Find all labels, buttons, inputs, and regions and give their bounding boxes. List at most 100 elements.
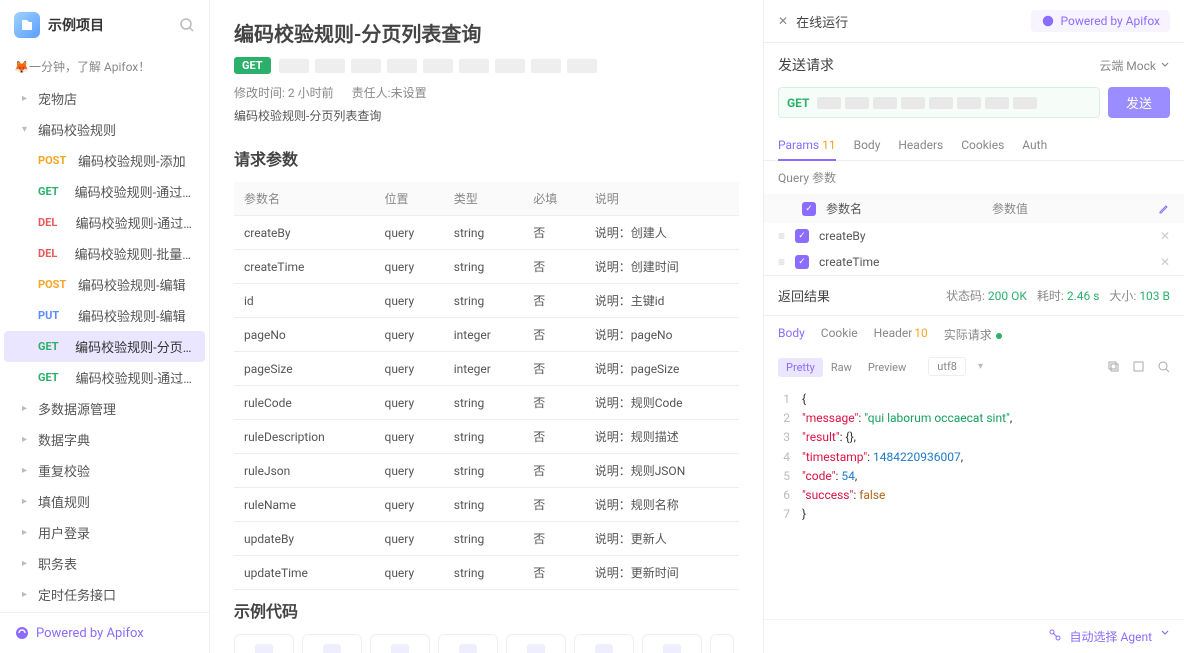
tab-headers[interactable]: Headers xyxy=(898,130,943,160)
chevron-down-icon xyxy=(1160,628,1170,638)
footer-text: Powered by Apifox xyxy=(36,626,144,641)
agent-icon[interactable] xyxy=(1048,628,1062,645)
close-icon[interactable]: ✕ xyxy=(778,14,788,28)
section-code-title: 示例代码 xyxy=(234,598,739,622)
delete-icon[interactable]: ✕ xyxy=(1160,229,1170,243)
tree-group[interactable]: ▸数据字典 xyxy=(4,424,205,455)
tree-group[interactable]: ▸定时任务接口 xyxy=(4,579,205,610)
tree-item[interactable]: POST编码校验规则-编辑 xyxy=(4,269,205,300)
drag-handle-icon[interactable]: ≡ xyxy=(778,229,785,243)
table-row: ruleDescriptionquerystring否说明：规则描述 xyxy=(234,420,739,454)
lang-php[interactable]: PHP xyxy=(574,634,634,653)
project-logo-icon xyxy=(14,12,40,38)
url-input[interactable]: GET xyxy=(778,87,1100,118)
view-preview[interactable]: Preview xyxy=(860,358,914,377)
query-row[interactable]: ≡✓createTime✕ xyxy=(764,249,1184,275)
tree-group[interactable]: ▸填值规则 xyxy=(4,486,205,517)
url-blur xyxy=(279,59,597,73)
table-row: ruleCodequerystring否说明：规则Code xyxy=(234,386,739,420)
agent-select[interactable]: 自动选择 Agent xyxy=(1070,628,1152,645)
lang-list: Shell JavaScript Java Swift Go PHP Python ⋮ xyxy=(234,634,739,653)
page-title: 编码校验规则-分页列表查询 xyxy=(234,18,739,47)
response-body[interactable]: 1{2 "message": "qui laborum occaecat sin… xyxy=(764,384,1184,530)
result-tab-实际请求[interactable]: 实际请求 xyxy=(944,326,1002,343)
view-raw[interactable]: Raw xyxy=(823,358,860,377)
search-icon[interactable] xyxy=(179,17,195,33)
tree-item[interactable]: GET编码校验规则-通过id... xyxy=(4,362,205,393)
tab-body[interactable]: Body xyxy=(854,130,881,160)
table-row: ruleNamequerystring否说明：规则名称 xyxy=(234,488,739,522)
result-tab-Header[interactable]: Header10 xyxy=(874,326,928,343)
sidebar-tip[interactable]: 🦊一分钟，了解 Apifox！ xyxy=(0,50,209,83)
tab-params[interactable]: Params11 xyxy=(778,130,836,160)
sidebar: 示例项目 🦊一分钟，了解 Apifox！ ▸宠物店▾编码校验规则POST编码校验… xyxy=(0,0,210,653)
checkbox[interactable]: ✓ xyxy=(795,229,809,243)
result-tab-Body[interactable]: Body xyxy=(778,326,805,343)
search-icon[interactable] xyxy=(1157,360,1170,373)
encoding-select[interactable]: utf8 xyxy=(928,357,966,376)
table-row: updateTimequerystring否说明：更新时间 xyxy=(234,556,739,590)
send-button[interactable]: 发送 xyxy=(1108,87,1170,118)
lang-javascript[interactable]: JavaScript xyxy=(302,634,362,653)
table-row: pageSizequeryinteger否说明：pageSize xyxy=(234,352,739,386)
table-row: pageNoqueryinteger否说明：pageNo xyxy=(234,318,739,352)
table-row: idquerystring否说明：主键id xyxy=(234,284,739,318)
method-label: GET xyxy=(787,96,809,110)
result-title: 返回结果 xyxy=(778,286,830,305)
apifox-icon xyxy=(14,625,30,641)
page-meta: 修改时间: 2 小时前 责任人:未设置 xyxy=(234,84,739,101)
check-all[interactable]: ✓ xyxy=(802,202,816,216)
lang-go[interactable]: Go xyxy=(506,634,566,653)
tree-item[interactable]: GET编码校验规则-通过Co... xyxy=(4,176,205,207)
api-tree: ▸宠物店▾编码校验规则POST编码校验规则-添加GET编码校验规则-通过Co..… xyxy=(0,83,209,612)
send-title: 发送请求 xyxy=(778,55,1091,75)
tree-item[interactable]: PUT编码校验规则-编辑 xyxy=(4,300,205,331)
table-row: ruleJsonquerystring否说明：规则JSON xyxy=(234,454,739,488)
tree-group[interactable]: ▸宠物店 xyxy=(4,83,205,114)
run-title: 在线运行 xyxy=(796,12,1022,31)
lang-swift[interactable]: Swift xyxy=(438,634,498,653)
checkbox[interactable]: ✓ xyxy=(795,255,809,269)
sidebar-header: 示例项目 xyxy=(0,0,209,50)
method-badge: GET xyxy=(234,57,271,74)
drag-handle-icon[interactable]: ≡ xyxy=(778,255,785,269)
run-panel: ✕ 在线运行 Powered by Apifox 发送请求 云端 Mock GE… xyxy=(764,0,1184,653)
result-tabs: Body Cookie Header10 实际请求 xyxy=(764,316,1184,353)
chevron-down-icon xyxy=(1160,60,1170,70)
mock-select[interactable]: 云端 Mock xyxy=(1099,57,1170,74)
tree-item[interactable]: DEL编码校验规则-通过id... xyxy=(4,207,205,238)
query-row[interactable]: ≡✓createBy✕ xyxy=(764,223,1184,249)
project-title[interactable]: 示例项目 xyxy=(48,15,171,35)
table-row: createByquerystring否说明：创建人 xyxy=(234,216,739,250)
main-content: 编码校验规则-分页列表查询 GET 修改时间: 2 小时前 责任人:未设置 编码… xyxy=(210,0,764,653)
powered-badge[interactable]: Powered by Apifox xyxy=(1031,10,1170,32)
more-icon[interactable]: ⋮ xyxy=(710,634,734,653)
tree-group[interactable]: ▸多数据源管理 xyxy=(4,393,205,424)
tree-group[interactable]: ▸重复校验 xyxy=(4,455,205,486)
breadcrumb: 编码校验规则-分页列表查询 xyxy=(234,107,739,124)
copy-icon[interactable] xyxy=(1107,360,1120,373)
tree-group[interactable]: ▾编码校验规则 xyxy=(4,114,205,145)
tree-group[interactable]: ▸用户登录 xyxy=(4,517,205,548)
edit-icon[interactable] xyxy=(1158,203,1170,215)
tab-auth[interactable]: Auth xyxy=(1022,130,1047,160)
query-section-label: Query 参数 xyxy=(764,161,1184,194)
sidebar-footer[interactable]: Powered by Apifox xyxy=(0,612,209,653)
tab-cookies[interactable]: Cookies xyxy=(961,130,1004,160)
request-tabs: Params11 Body Headers Cookies Auth xyxy=(764,130,1184,161)
params-table: 参数名 位置 类型 必填 说明 createByquerystring否说明：创… xyxy=(234,182,739,590)
table-row: createTimequerystring否说明：创建时间 xyxy=(234,250,739,284)
lang-java[interactable]: Java xyxy=(370,634,430,653)
tree-item[interactable]: GET编码校验规则-分页列... xyxy=(4,331,205,362)
delete-icon[interactable]: ✕ xyxy=(1160,255,1170,269)
tree-item[interactable]: DEL编码校验规则-批量删除 xyxy=(4,238,205,269)
apifox-icon xyxy=(1041,14,1055,28)
view-pretty[interactable]: Pretty xyxy=(778,358,823,377)
tree-item[interactable]: POST编码校验规则-添加 xyxy=(4,145,205,176)
expand-icon[interactable] xyxy=(1132,360,1145,373)
tree-group[interactable]: ▸职务表 xyxy=(4,548,205,579)
result-tab-Cookie[interactable]: Cookie xyxy=(821,326,858,343)
lang-python[interactable]: Python xyxy=(642,634,702,653)
table-row: updateByquerystring否说明：更新人 xyxy=(234,522,739,556)
lang-shell[interactable]: Shell xyxy=(234,634,294,653)
